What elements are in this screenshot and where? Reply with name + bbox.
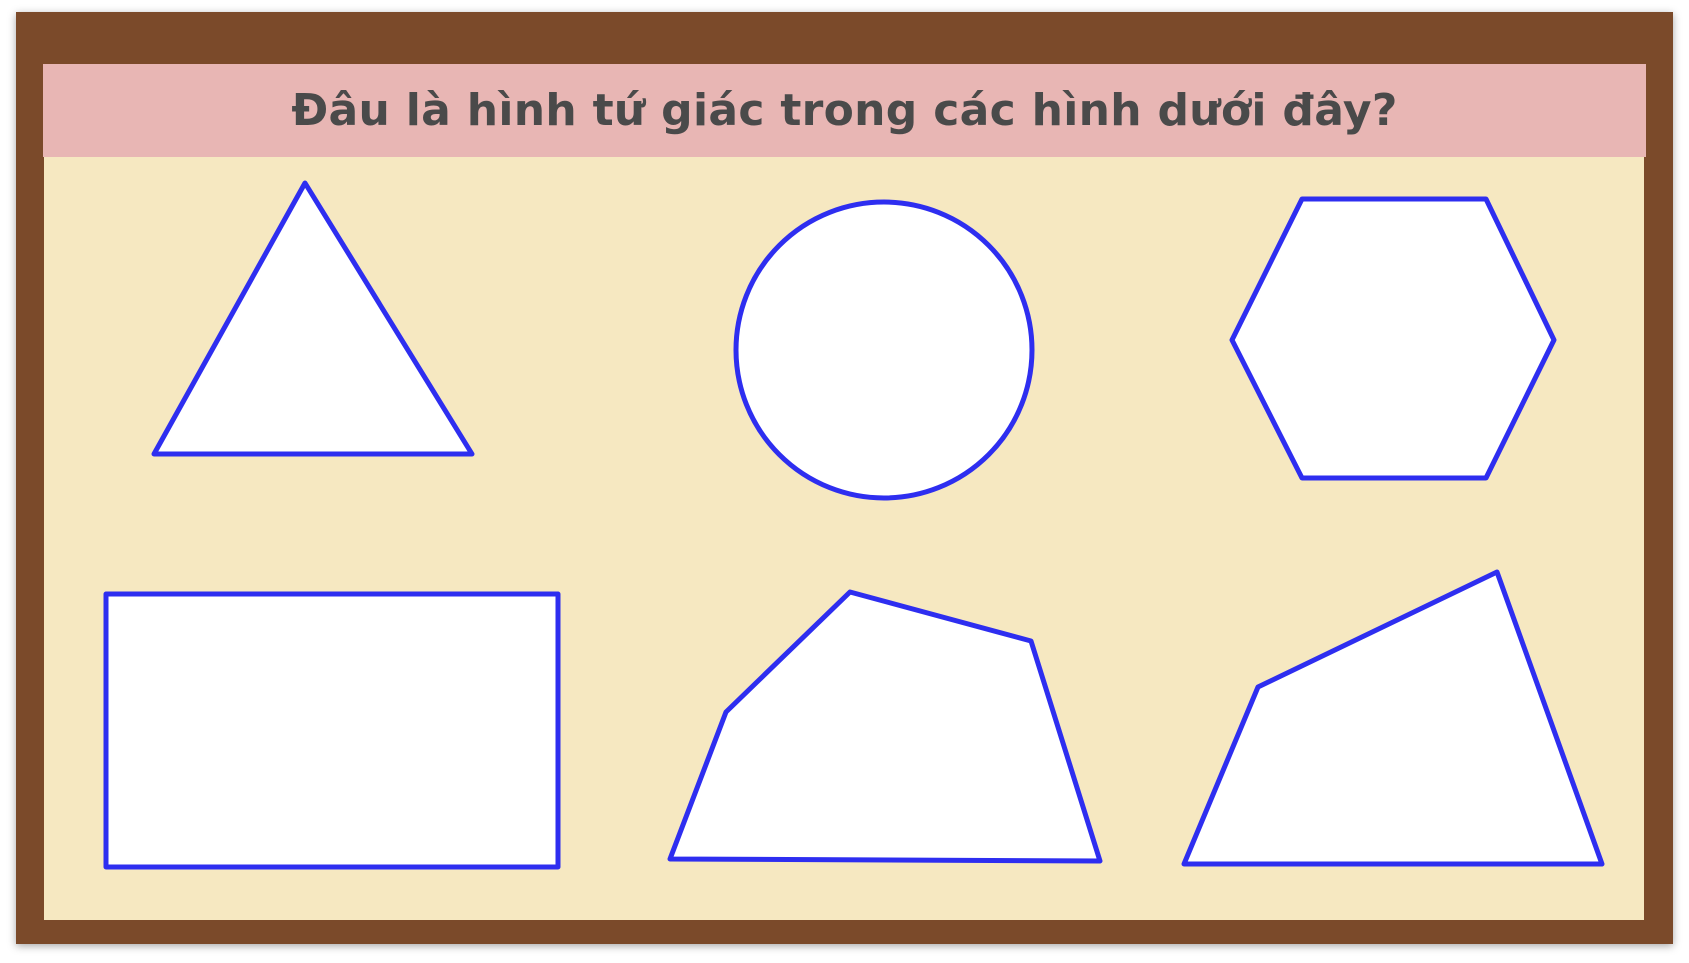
circle-shape[interactable] xyxy=(733,199,1035,501)
rectangle-shape[interactable] xyxy=(103,591,561,870)
pentagon-shape[interactable] xyxy=(667,589,1103,864)
shapes-canvas xyxy=(103,180,1605,870)
hexagon-shape[interactable] xyxy=(1229,196,1557,481)
triangle-shape[interactable] xyxy=(151,180,475,457)
quadrilateral-shape[interactable] xyxy=(1181,569,1605,867)
